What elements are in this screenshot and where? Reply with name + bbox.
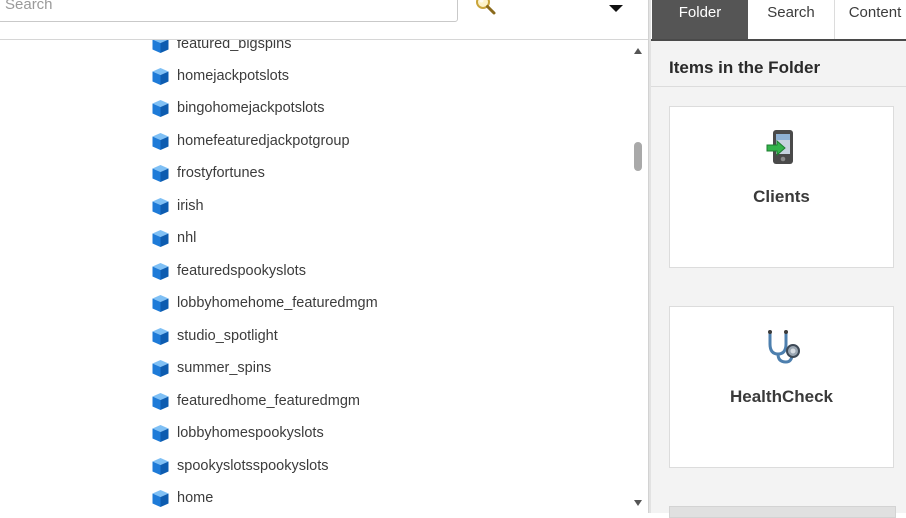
folder-tree: featured_bigspins homejackpotslots bingo… [0,40,630,513]
tab-search[interactable]: Search [749,0,833,39]
list-item[interactable]: frostyfortunes [151,162,265,184]
cube-icon [151,294,170,313]
list-item[interactable]: homejackpotslots [151,65,289,87]
cube-icon [151,489,170,508]
list-item-label: spookyslotsspookyslots [177,458,329,474]
list-item-label: irish [177,198,204,214]
card-healthcheck[interactable]: HealthCheck [669,306,894,468]
cube-icon [151,99,170,118]
list-item-label: lobbyhomespookyslots [177,425,324,441]
list-item[interactable]: featured_bigspins [151,40,291,55]
cube-icon [151,424,170,443]
list-item-label: studio_spotlight [177,328,278,344]
list-item[interactable]: lobbyhomespookyslots [151,422,324,444]
list-item[interactable]: irish [151,195,204,217]
cube-icon [151,164,170,183]
cube-icon [151,457,170,476]
cube-icon [151,197,170,216]
search-input[interactable] [0,0,458,22]
stethoscope-icon [761,327,801,367]
card-partial[interactable] [669,506,896,518]
list-item[interactable]: studio_spotlight [151,325,278,347]
search-icon[interactable] [474,0,498,16]
divider [651,86,906,87]
list-item[interactable]: bingohomejackpotslots [151,97,325,119]
card-label: HealthCheck [730,387,833,406]
list-item[interactable]: featuredspookyslots [151,260,306,282]
tree-scrollbar[interactable] [631,40,646,513]
list-item-label: lobbyhomehome_featuredmgm [177,295,378,311]
right-panel: Folder Search Content Items in the Folde… [651,0,906,518]
list-item[interactable]: lobbyhomehome_featuredmgm [151,292,378,314]
list-item-label: home [177,490,214,506]
list-item-label: frostyfortunes [177,165,265,181]
list-item[interactable]: nhl [151,227,196,249]
list-item-label: homejackpotslots [177,68,290,84]
list-item[interactable]: home [151,487,213,509]
list-item[interactable]: featuredhome_featuredmgm [151,390,360,412]
cube-icon [151,132,170,151]
tab-content[interactable]: Content [835,0,906,39]
scrollbar-thumb[interactable] [634,142,642,171]
list-item[interactable]: summer_spins [151,357,271,379]
list-item-label: homefeaturedjackpotgroup [177,133,350,149]
cube-icon [151,67,170,86]
list-item-label: featuredspookyslots [177,263,306,279]
list-item-label: featuredhome_featuredmgm [177,393,360,409]
cube-icon [151,392,170,411]
cube-icon [151,262,170,281]
panel-title: Items in the Folder [669,58,821,77]
list-item[interactable]: homefeaturedjackpotgroup [151,130,350,152]
cube-icon [151,327,170,346]
tab-bar: Folder Search Content [651,0,906,41]
cube-icon [151,229,170,248]
search-bar [0,0,650,40]
list-item[interactable]: spookyslotsspookyslots [151,455,329,477]
list-item-label: nhl [177,230,197,246]
card-label: Clients [753,187,810,206]
list-item-label: bingohomejackpotslots [177,100,325,116]
chevron-down-icon[interactable] [609,0,623,12]
pda-device-icon [761,127,801,167]
cube-icon [151,359,170,378]
tab-folder[interactable]: Folder [652,0,748,39]
card-clients[interactable]: Clients [669,106,894,268]
scroll-down-arrow-icon[interactable] [634,500,642,506]
list-item-label: featured_bigspins [177,40,292,52]
list-item-label: summer_spins [177,360,272,376]
cube-icon [151,40,170,54]
scroll-up-arrow-icon[interactable] [634,48,642,54]
